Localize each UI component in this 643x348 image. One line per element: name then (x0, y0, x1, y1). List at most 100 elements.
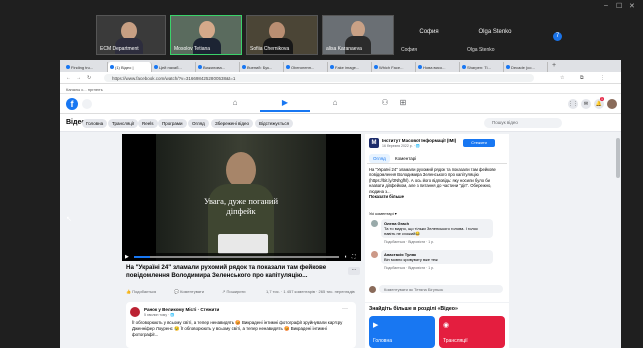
comment-bubble: Олена Grach Та то видно, що тільки Зелен… (381, 219, 493, 238)
facebook-search-button[interactable] (82, 99, 92, 109)
nav-gaming-icon[interactable]: ⊞ (378, 98, 428, 112)
video-frame: Увага, дуже поганий діпфейк (156, 134, 326, 261)
video-caption: Увага, дуже поганий діпфейк (203, 196, 279, 216)
video-player[interactable]: Увага, дуже поганий діпфейк ▶ ◖ ⛶ (122, 134, 361, 261)
avatar[interactable] (371, 220, 378, 227)
pill-home[interactable]: Головна (82, 119, 108, 128)
show-more-link[interactable]: Показати більше (369, 194, 505, 199)
participant-name: Sofiia Chernikova (250, 46, 290, 52)
participant-tile[interactable]: ECM Department (96, 15, 166, 55)
pill-following[interactable]: Відстежується (255, 119, 294, 128)
participant-tile-speaking[interactable]: Mosolov Tetiana (170, 15, 242, 55)
pill-saved[interactable]: Збережені відео (211, 119, 253, 128)
tab-overview[interactable]: Огляд (369, 154, 390, 163)
more-participants-button[interactable]: 7 (553, 32, 562, 41)
video-progress-bar[interactable] (134, 256, 339, 258)
page-avatar[interactable] (130, 307, 140, 317)
facebook-logo[interactable]: f (66, 98, 78, 110)
participant-tile[interactable]: Sofiia Chernikova (246, 15, 318, 55)
nav-video-icon[interactable]: ▶ (260, 98, 310, 112)
pill-explore[interactable]: Огляд (188, 119, 209, 128)
extensions-icon[interactable]: ⧉ (580, 75, 584, 81)
tab-comments[interactable]: Коментарі (391, 154, 420, 163)
browser-tab[interactable]: Цей нахаб... (152, 62, 196, 72)
browser-tab[interactable]: Decade (co... (504, 62, 548, 72)
browser-tab[interactable]: Вчений: Бук... (240, 62, 284, 72)
comment-text: Він мовно кривувату вже теж (384, 257, 438, 262)
participant-display-name: Olga Stenko (478, 29, 512, 35)
browser-tab[interactable]: Нова висо... (416, 62, 460, 72)
my-avatar (369, 286, 376, 293)
fullscreen-icon[interactable]: ⛶ (352, 254, 356, 260)
comment-actions[interactable]: Подобається · Відповісти · 1 р. (384, 240, 434, 244)
reload-icon[interactable]: ↻ (87, 75, 91, 81)
engagement-stats: 1,7 тис. · 1 457 коментарів · 265 тис. п… (266, 289, 355, 294)
maximize-button[interactable]: ☐ (616, 2, 622, 10)
new-tab-button[interactable]: + (552, 62, 556, 69)
video-title[interactable]: На "Україні 24" зламали рухомий рядок та… (126, 264, 346, 280)
bookmarks-bar: Каналы с... пргнелъ (60, 84, 621, 94)
bookmark-item[interactable]: Каналы с... пргнелъ (66, 87, 103, 92)
volume-icon[interactable]: ◖ (344, 254, 347, 260)
messenger-button[interactable]: ✉ (581, 99, 591, 109)
discover-card-live[interactable]: ◉ Трансляції (439, 316, 505, 348)
pill-shows[interactable]: Програми (158, 119, 187, 128)
favicon-icon (506, 65, 510, 69)
favicon-icon (154, 65, 158, 69)
browser-tab[interactable]: Sharpen: Ti... (460, 62, 504, 72)
profile-avatar[interactable] (607, 99, 617, 109)
browser-tab[interactable]: Which Face... (372, 62, 416, 72)
participant-display-name: София (419, 29, 439, 35)
follow-button[interactable]: Стежити (463, 139, 495, 147)
nav-marketplace-icon[interactable]: ⌂ (310, 98, 360, 112)
minimize-button[interactable]: – (604, 2, 608, 9)
participant-tile-no-video[interactable]: Olga Stenko Olga Stenko (464, 15, 526, 55)
org-avatar[interactable]: М (369, 138, 379, 148)
nav-home-icon[interactable]: ⌂ (210, 98, 260, 112)
favicon-icon (242, 65, 246, 69)
video-controls: ▶ ◖ ⛶ (122, 253, 361, 261)
browser-tab[interactable]: Fake image... (328, 62, 372, 72)
more-options-button[interactable]: ··· (348, 267, 360, 275)
notification-badge: 1 (600, 97, 604, 101)
participant-tile-no-video[interactable]: София София (398, 15, 460, 55)
browser-tab[interactable]: Вижилова... (196, 62, 240, 72)
comment-input[interactable]: Коментувати як Тетяна Бігуньок (379, 285, 503, 293)
pill-reels[interactable]: Reels (138, 119, 158, 128)
comment-actions[interactable]: Подобається · Відповісти · 1 р. (384, 266, 434, 270)
avatar[interactable] (371, 251, 378, 258)
address-bar-row: ← → ↻ https://www.facebook.com/watch/?v=… (60, 72, 621, 84)
share-button[interactable]: ↗ Поширити (222, 289, 246, 294)
star-icon[interactable]: ☆ (560, 75, 564, 81)
comment-text: Та то видно, що тільки Зеленського голов… (384, 226, 478, 236)
org-name[interactable]: Інститут Масової Інформації (IMI) (382, 138, 456, 143)
comment-button[interactable]: 💬 Коментувати (174, 289, 204, 294)
menu-grid-button[interactable]: ⋮⋮ (568, 99, 578, 109)
discover-card-home[interactable]: ▶ Головна (369, 316, 435, 348)
participant-name: София (401, 47, 418, 53)
forward-icon[interactable]: → (76, 75, 81, 81)
post-options-icon[interactable]: ··· (342, 306, 348, 312)
participant-tile[interactable]: alisa Karanaeva (322, 15, 394, 55)
browser-tab-active[interactable]: (1) Відео | (108, 62, 152, 72)
mouse-cursor-icon: ↖ (66, 216, 72, 223)
feed-post: Ранок у Великому Місті · Стежити 5 хвили… (126, 302, 356, 348)
browser-menu-icon[interactable]: ⋮ (600, 75, 605, 81)
play-icon[interactable]: ▶ (125, 254, 129, 260)
pill-live[interactable]: Трансляції (108, 119, 139, 128)
all-comments-filter[interactable]: Усі коментарі ▾ (369, 211, 397, 216)
back-icon[interactable]: ← (66, 75, 71, 81)
video-subheader: Відео Головна Трансляції Reels Програми … (60, 114, 621, 132)
facebook-favicon-icon (110, 65, 114, 69)
browser-tab[interactable]: Finding tru... (64, 62, 108, 72)
live-icon: ◉ (443, 322, 450, 329)
browser-tab[interactable]: Oberоненн... (284, 62, 328, 72)
like-button[interactable]: 👍 Подобається (126, 289, 156, 294)
post-meta: 5 хвилин тому · 🌐 (144, 313, 175, 317)
close-button[interactable]: ✕ (629, 2, 635, 10)
page-scrollbar[interactable] (615, 132, 621, 348)
url-input[interactable]: https://www.facebook.com/watch/?v=316698… (104, 74, 534, 82)
video-search-input[interactable]: Пошук відео (484, 118, 562, 128)
post-author[interactable]: Ранок у Великому Місті · Стежити (144, 307, 219, 312)
panel-tabs: Огляд Коментарі (367, 153, 507, 164)
